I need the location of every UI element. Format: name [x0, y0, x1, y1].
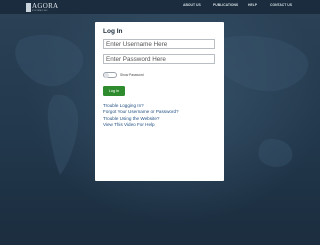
nav-contact-us[interactable]: CONTACT US [270, 3, 292, 7]
toggle-knob [104, 72, 109, 78]
nav-publications[interactable]: PUBLICATIONS [213, 3, 238, 7]
login-card: Log In Show Password Log In Trouble Logg… [95, 22, 224, 181]
show-password-label: Show Password [120, 72, 144, 77]
logo-subtitle: SYSTEMS INC. [32, 9, 49, 12]
logo-name: AGORA [32, 1, 59, 10]
top-navigation-bar: AGORA SYSTEMS INC. ABOUT US PUBLICATIONS… [0, 0, 320, 14]
help-links: Trouble Logging In? Forgot Your Username… [103, 103, 179, 129]
logo-mark-icon [26, 2, 31, 12]
password-input[interactable] [103, 54, 215, 64]
forgot-credentials-link[interactable]: Forgot Your Username or Password? [103, 109, 179, 115]
show-password-row: Show Password [103, 71, 144, 78]
nav-about-us[interactable]: ABOUT US [183, 3, 201, 7]
nav-help[interactable]: HELP [248, 3, 257, 7]
login-title: Log In [103, 28, 123, 35]
help-video-link[interactable]: View This Video For Help [103, 122, 179, 128]
agora-logo[interactable]: AGORA SYSTEMS INC. [26, 2, 58, 12]
username-input[interactable] [103, 39, 215, 49]
show-password-toggle[interactable] [103, 71, 117, 78]
login-button[interactable]: Log In [103, 86, 125, 96]
